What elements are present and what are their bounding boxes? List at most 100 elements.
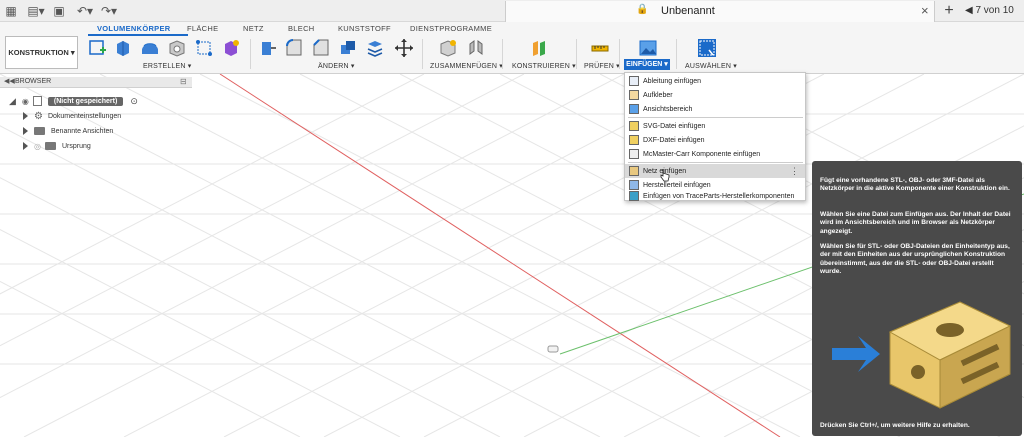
group-pruefen[interactable]: PRÜFEN ▾ bbox=[584, 62, 620, 70]
construction-box-icon[interactable] bbox=[194, 38, 214, 58]
group-aendern[interactable]: ÄNDERN ▾ bbox=[318, 62, 355, 70]
undo-icon[interactable]: ↶▾ bbox=[74, 3, 96, 19]
group-auswaehlen[interactable]: AUSWÄHLEN ▾ bbox=[685, 62, 737, 70]
menu-label: Ableitung einfügen bbox=[643, 77, 701, 85]
active-tab-underline bbox=[88, 34, 188, 36]
group-konstruieren[interactable]: KONSTRUIEREN ▾ bbox=[512, 62, 576, 70]
document-title: Unbenannt bbox=[661, 5, 715, 17]
mesh-part-illustration bbox=[832, 301, 1012, 409]
tab-flaeche[interactable]: FLÄCHE bbox=[187, 24, 218, 33]
separator bbox=[676, 39, 677, 69]
group-einfuegen[interactable]: EINFÜGEN ▾ bbox=[624, 59, 670, 70]
tooltip-paragraph-3: Wählen Sie für STL- oder OBJ-Dateien den… bbox=[820, 243, 1010, 276]
browser-root-row[interactable]: ◢ ◉ (Nicht gespeichert) ⊙ bbox=[9, 95, 138, 107]
root-label: (Nicht gespeichert) bbox=[47, 96, 124, 106]
more-options-icon[interactable]: ⋮ bbox=[790, 166, 799, 177]
browser-item-dokumenteinstellungen[interactable]: ⚙ Dokumenteinstellungen bbox=[23, 110, 121, 122]
menu-label: Ansichtsbereich bbox=[643, 105, 693, 113]
save-icon[interactable]: ▣ bbox=[52, 3, 66, 19]
menu-item-svg[interactable]: SVG-Datei einfügen bbox=[625, 119, 805, 133]
group-erstellen[interactable]: ERSTELLEN ▾ bbox=[143, 62, 192, 70]
mcmaster-icon bbox=[629, 149, 639, 159]
new-component-icon[interactable] bbox=[438, 38, 458, 58]
mesh-icon bbox=[629, 166, 639, 176]
visibility-eye-icon[interactable]: ◉ bbox=[22, 97, 29, 106]
tooltip-paragraph-1: Fügt eine vorhandene STL-, OBJ- oder 3MF… bbox=[820, 177, 1010, 193]
root-triangle-icon[interactable]: ◢ bbox=[9, 96, 16, 107]
menu-label: Herstellerteil einfügen bbox=[643, 181, 711, 189]
collapse-browser-icon[interactable]: ◀◀ bbox=[4, 77, 15, 85]
select-icon[interactable] bbox=[697, 38, 717, 58]
close-tab-button[interactable]: × bbox=[921, 3, 929, 18]
arrow-icon bbox=[832, 336, 880, 372]
tab-blech[interactable]: BLECH bbox=[288, 24, 315, 33]
tab-dienstprogramme[interactable]: DIENSTPROGRAMME bbox=[410, 24, 492, 33]
shell-icon[interactable] bbox=[167, 38, 187, 58]
revolve-icon[interactable] bbox=[140, 38, 160, 58]
redo-icon[interactable]: ↷▾ bbox=[98, 3, 120, 19]
offset-plane-icon[interactable] bbox=[530, 38, 550, 58]
hidden-eye-icon[interactable]: ◎ bbox=[34, 142, 41, 151]
menu-item-traceparts[interactable]: Einfügen von TraceParts-Herstellerkompon… bbox=[625, 189, 805, 203]
measure-icon[interactable] bbox=[590, 38, 610, 58]
separator bbox=[422, 39, 423, 69]
create-form-icon[interactable] bbox=[221, 38, 241, 58]
fusion-window: ▦ ▤▾ ▣ ↶▾ ↷▾ 🔒 Unbenannt × + ◀ 7 von 10 … bbox=[0, 0, 1024, 437]
canvas-image-icon bbox=[629, 104, 639, 114]
file-menu-icon[interactable]: ▤▾ bbox=[26, 3, 46, 19]
activate-radio-icon[interactable]: ⊙ bbox=[130, 96, 138, 107]
menu-separator bbox=[628, 162, 803, 163]
new-tab-button[interactable]: + bbox=[939, 2, 959, 20]
browser-pin-icon[interactable]: ⊟ bbox=[180, 77, 187, 86]
menu-item-mcmaster[interactable]: McMaster-Carr Komponente einfügen bbox=[625, 147, 805, 161]
menu-item-ableitung[interactable]: Ableitung einfügen bbox=[625, 74, 805, 88]
mouse-cursor-icon bbox=[660, 169, 670, 182]
tree-label: Benannte Ansichten bbox=[51, 127, 114, 135]
chamfer-icon[interactable] bbox=[311, 38, 331, 58]
insert-image-icon[interactable] bbox=[638, 38, 658, 58]
app-grid-icon[interactable]: ▦ bbox=[4, 3, 18, 19]
menu-item-netz-einfuegen[interactable]: Netz einfügen ⋮ bbox=[625, 164, 805, 178]
folder-icon bbox=[34, 127, 45, 135]
page-counter-label: 7 von 10 bbox=[975, 5, 1014, 16]
move-icon[interactable] bbox=[394, 38, 414, 58]
menu-item-ansichtsbereich[interactable]: Ansichtsbereich bbox=[625, 102, 805, 116]
menu-label: SVG-Datei einfügen bbox=[643, 122, 706, 130]
extrude-icon[interactable] bbox=[113, 38, 133, 58]
joint-icon[interactable] bbox=[466, 38, 486, 58]
decal-icon bbox=[629, 90, 639, 100]
lock-icon: 🔒 bbox=[636, 4, 649, 15]
sketch-icon[interactable] bbox=[88, 38, 108, 58]
browser-title: BROWSER bbox=[15, 78, 52, 85]
ribbon-toolbar: KONSTRUKTION ▾ VOLUMENKÖRPER FLÄCHE NETZ… bbox=[0, 22, 1024, 74]
expand-icon[interactable] bbox=[23, 112, 28, 120]
browser-item-ursprung[interactable]: ◎ Ursprung bbox=[23, 140, 91, 152]
tab-netz[interactable]: NETZ bbox=[243, 24, 264, 33]
fillet-icon[interactable] bbox=[284, 38, 304, 58]
title-bar: ▦ ▤▾ ▣ ↶▾ ↷▾ 🔒 Unbenannt × + ◀ 7 von 10 bbox=[0, 0, 1024, 22]
group-zusammenfuegen[interactable]: ZUSAMMENFÜGEN ▾ bbox=[430, 62, 503, 70]
expand-icon[interactable] bbox=[23, 142, 28, 150]
gear-icon: ⚙ bbox=[34, 110, 43, 122]
menu-item-dxf[interactable]: DXF-Datei einfügen bbox=[625, 133, 805, 147]
menu-label: Einfügen von TraceParts-Herstellerkompon… bbox=[643, 192, 795, 200]
combine-icon[interactable] bbox=[338, 38, 358, 58]
page-counter[interactable]: ◀ 7 von 10 bbox=[965, 5, 1014, 16]
browser-panel-header[interactable]: ◀◀ BROWSER ⊟ bbox=[0, 77, 192, 88]
offset-face-icon[interactable] bbox=[365, 38, 385, 58]
workspace-switcher[interactable]: KONSTRUKTION ▾ bbox=[5, 36, 78, 69]
dxf-file-icon bbox=[629, 135, 639, 145]
press-pull-icon[interactable] bbox=[258, 38, 278, 58]
document-tab[interactable]: 🔒 Unbenannt × bbox=[505, 1, 935, 22]
menu-item-aufkleber[interactable]: Aufkleber bbox=[625, 88, 805, 102]
tooltip-footer: Drücken Sie Ctrl+/, um weitere Hilfe zu … bbox=[820, 422, 970, 429]
browser-item-benannte-ansichten[interactable]: Benannte Ansichten bbox=[23, 125, 113, 137]
tab-kunststoff[interactable]: KUNSTSTOFF bbox=[338, 24, 391, 33]
expand-icon[interactable] bbox=[23, 127, 28, 135]
origin-marker[interactable] bbox=[547, 345, 559, 353]
separator bbox=[576, 39, 577, 69]
menu-separator bbox=[628, 117, 803, 118]
tab-volumenkoerper[interactable]: VOLUMENKÖRPER bbox=[97, 24, 171, 33]
separator bbox=[250, 39, 251, 69]
traceparts-icon bbox=[629, 191, 639, 201]
